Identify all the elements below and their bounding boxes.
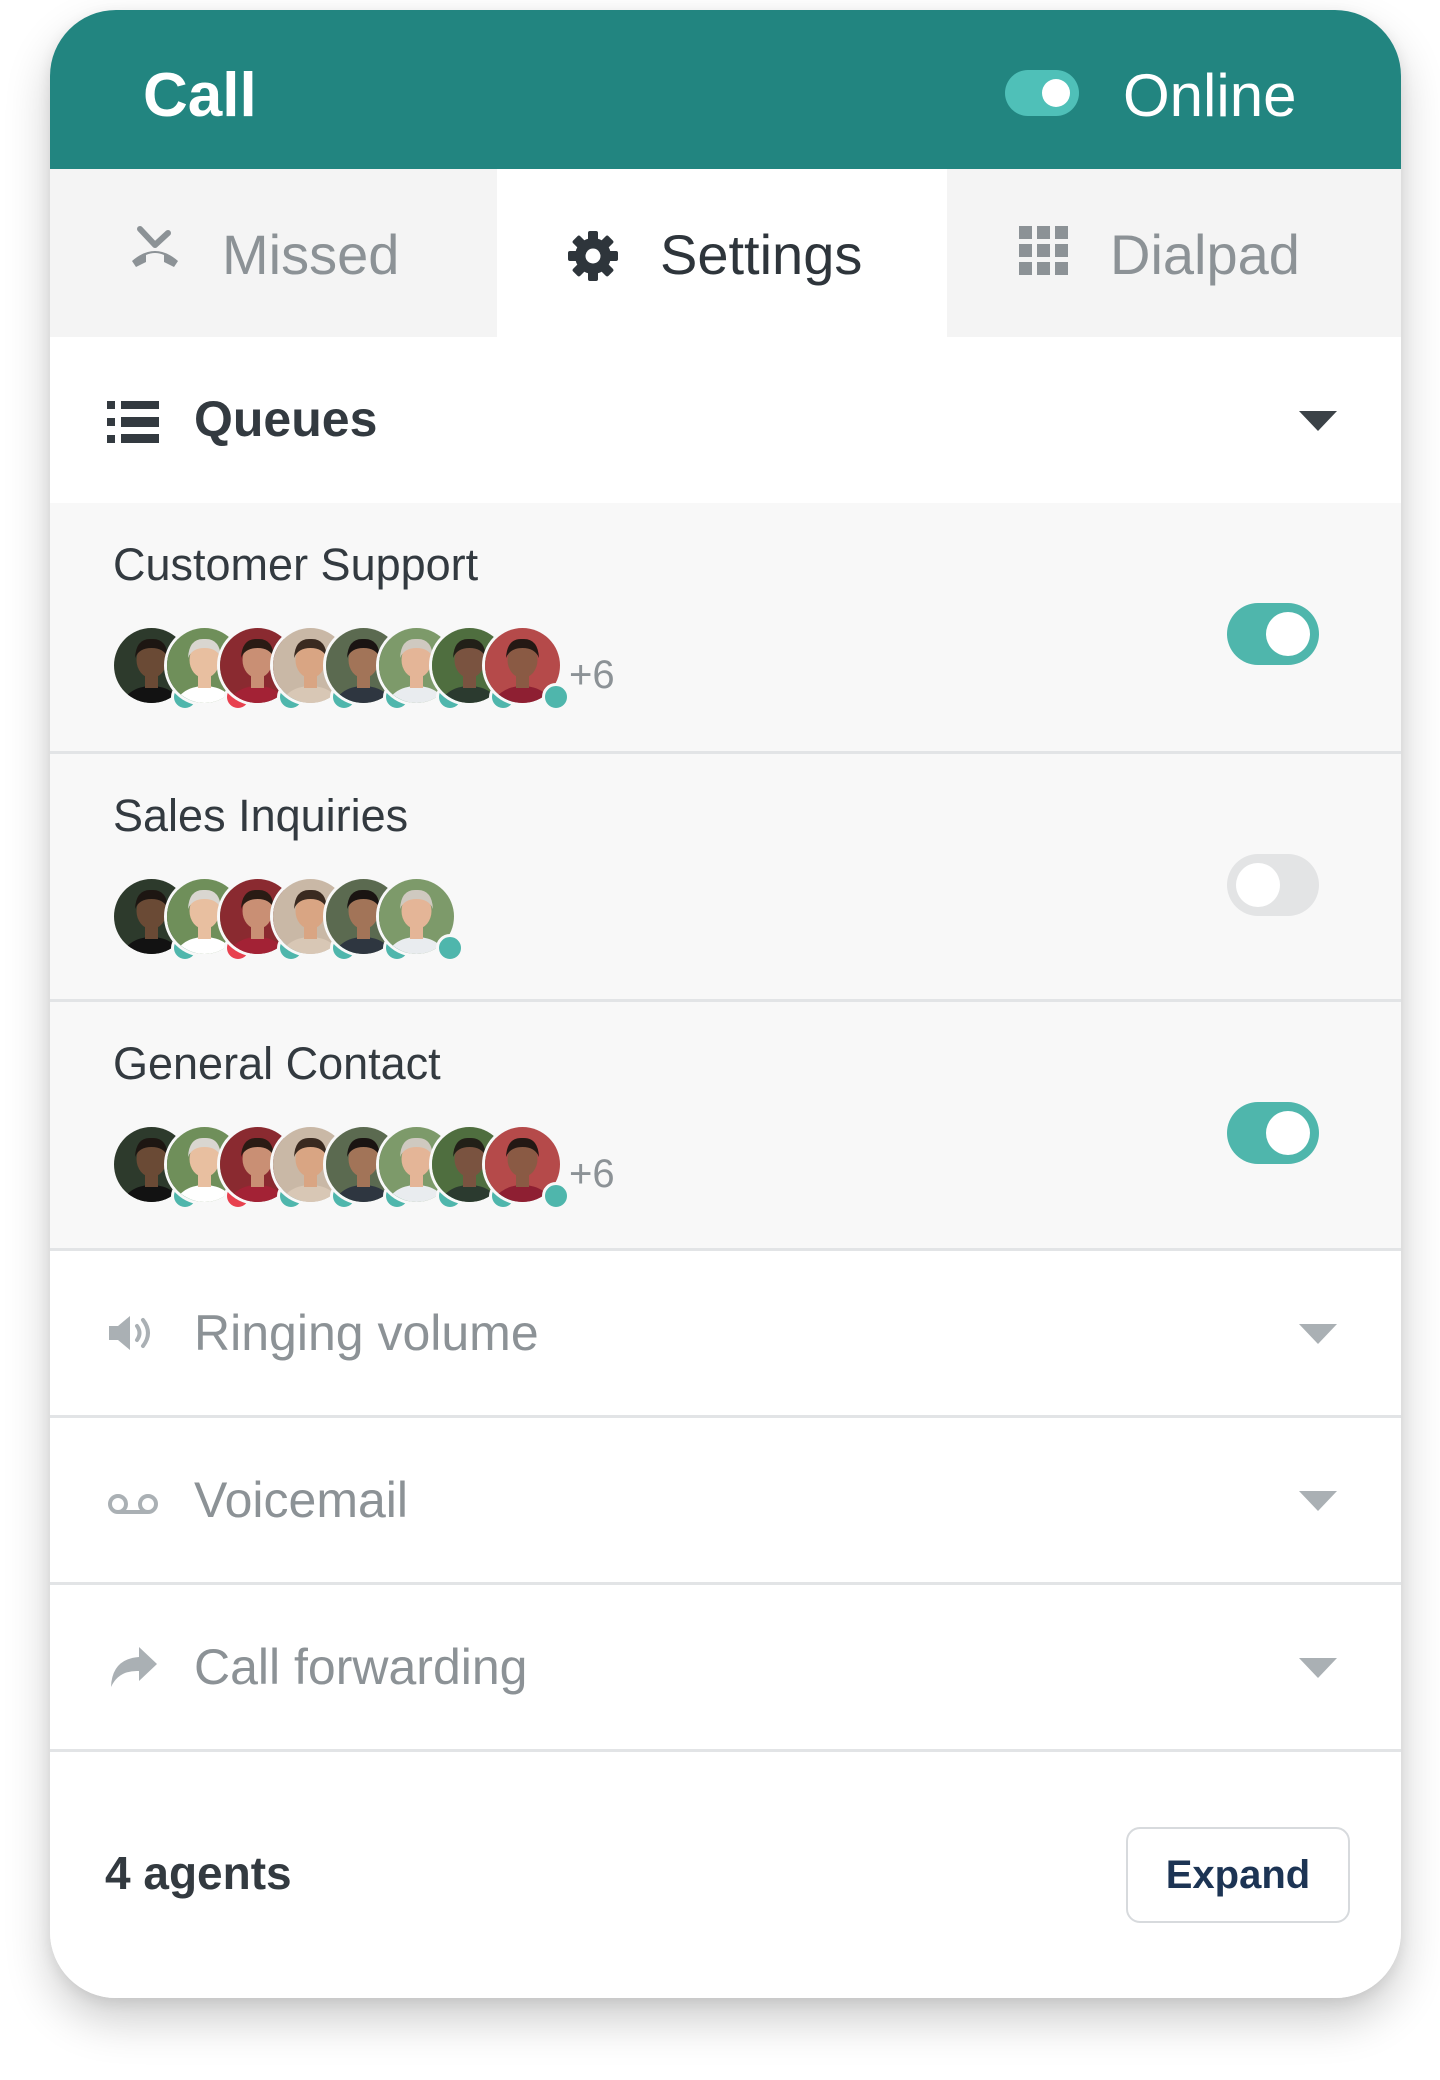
toggle-knob xyxy=(1042,79,1070,107)
forward-icon xyxy=(107,1645,159,1694)
tab-label-missed: Missed xyxy=(222,223,400,286)
missed-call-icon xyxy=(128,219,182,278)
agent-avatar xyxy=(482,625,570,711)
chevron-down-icon xyxy=(1299,1324,1337,1344)
agent-status-dot xyxy=(436,934,464,962)
queue-row-general-contact: General Contact +6 xyxy=(50,1002,1401,1248)
toggle-knob xyxy=(1236,863,1280,907)
tab-label-dialpad: Dialpad xyxy=(1110,223,1300,286)
status-label: Online xyxy=(1123,62,1297,129)
dialpad-icon xyxy=(1019,226,1069,281)
chevron-down-icon xyxy=(1299,1658,1337,1678)
queue-row-sales-inquiries: Sales Inquiries xyxy=(50,754,1401,999)
agent-avatar xyxy=(482,1124,570,1210)
widget-title: Call xyxy=(143,61,257,130)
call-widget: Call Online Missed Settings Dialpad Queu… xyxy=(50,10,1401,1998)
voicemail-icon xyxy=(107,1491,159,1522)
section-label: Voicemail xyxy=(194,1472,408,1528)
expand-button[interactable]: Expand xyxy=(1126,1827,1350,1923)
agent-status-dot xyxy=(542,1182,570,1210)
more-agents-count: +6 xyxy=(569,653,615,697)
agent-avatar xyxy=(376,876,464,962)
tab-dialpad[interactable]: Dialpad xyxy=(947,169,1401,337)
agents-count: 4 agents xyxy=(105,1847,292,1899)
queue-toggle[interactable] xyxy=(1227,1102,1319,1164)
tab-missed[interactable]: Missed xyxy=(50,169,497,337)
list-icon xyxy=(107,401,159,448)
queue-name: Customer Support xyxy=(113,539,479,590)
section-label: Ringing volume xyxy=(194,1305,539,1361)
toggle-knob xyxy=(1266,1111,1310,1155)
queue-row-customer-support: Customer Support +6 xyxy=(50,503,1401,751)
queue-name: Sales Inquiries xyxy=(113,790,409,841)
divider xyxy=(50,1749,1401,1752)
queue-name: General Contact xyxy=(113,1038,441,1089)
chevron-down-icon xyxy=(1299,1491,1337,1511)
chevron-down-icon xyxy=(1299,411,1337,431)
voicemail-section-header[interactable]: Voicemail xyxy=(50,1418,1401,1582)
queues-label: Queues xyxy=(194,391,378,447)
speaker-icon xyxy=(107,1313,157,1358)
queues-section-header[interactable]: Queues xyxy=(50,337,1401,503)
agents-footer: 4 agents Expand xyxy=(50,1765,1401,1998)
toggle-knob xyxy=(1266,612,1310,656)
gear-icon xyxy=(567,230,619,287)
agent-status-dot xyxy=(542,683,570,711)
section-label: Call forwarding xyxy=(194,1639,528,1695)
tab-label-settings: Settings xyxy=(660,223,863,286)
call-forwarding-section-header[interactable]: Call forwarding xyxy=(50,1585,1401,1749)
call-header: Call Online xyxy=(50,10,1401,169)
tab-bar: Missed Settings Dialpad xyxy=(50,169,1401,337)
ringing-volume-section-header[interactable]: Ringing volume xyxy=(50,1251,1401,1415)
queue-toggle[interactable] xyxy=(1227,854,1319,916)
tab-settings[interactable]: Settings xyxy=(497,169,947,337)
queue-toggle[interactable] xyxy=(1227,603,1319,665)
more-agents-count: +6 xyxy=(569,1152,615,1196)
online-status-toggle[interactable] xyxy=(1005,70,1079,116)
